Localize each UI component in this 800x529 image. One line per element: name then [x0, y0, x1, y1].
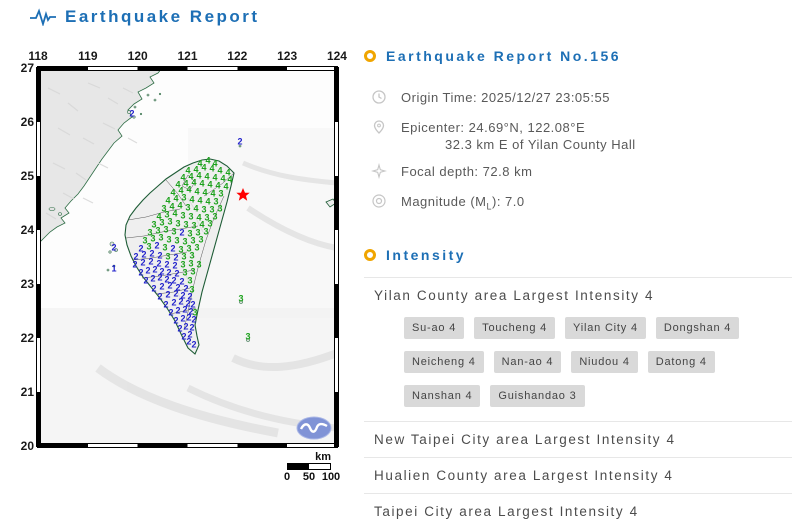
intensity-area-list: Yilan County area Largest Intensity 4 Su-… [364, 277, 792, 529]
lon-label: 118 [28, 49, 47, 63]
lat-label: 26 [14, 115, 34, 129]
origin-time-row: Origin Time: 2025/12/27 23:05:55 [371, 89, 792, 109]
epicenter-text: Epicenter: 24.69°N, 122.08°E 32.3 km E o… [401, 119, 636, 153]
intensity-marker: 2 [151, 285, 156, 294]
lon-label: 119 [78, 49, 97, 63]
intensity-area-label: Hualien County area Largest Intensity 4 [374, 468, 674, 483]
station-intensity-button[interactable]: Nan-ao 4 [494, 351, 562, 373]
scalebar-tick: 100 [322, 471, 340, 483]
intensity-marker: 2 [159, 283, 164, 292]
intensity-marker: 3 [194, 244, 199, 253]
magnitude-icon [371, 193, 387, 213]
page-title-text: Earthquake Report [65, 7, 260, 27]
lat-label: 21 [14, 385, 34, 399]
station-intensity-button[interactable]: Guishandao 3 [490, 385, 584, 407]
station-intensity-button[interactable]: Datong 4 [648, 351, 715, 373]
report-heading-row: Earthquake Report No.156 [364, 48, 792, 64]
depth-icon [371, 163, 387, 183]
intensity-area-row[interactable]: Taipei City area Largest Intensity 4 [364, 493, 792, 529]
map-frame-right [334, 67, 339, 447]
scalebar-unit: km [287, 451, 331, 463]
lon-label: 121 [177, 49, 197, 63]
station-intensity-button[interactable]: Neicheng 4 [404, 351, 484, 373]
station-intensity-list: Su-ao 4 Toucheng 4 Yilan City 4 Dongshan 4 N… [404, 317, 792, 407]
intensity-area-row[interactable]: Hualien County area Largest Intensity 4 [364, 457, 792, 493]
intensity-area-row[interactable]: Yilan County area Largest Intensity 4 [364, 277, 792, 313]
report-panel: Earthquake Report No.156 Origin Time: 20… [364, 48, 792, 529]
intensity-area-row[interactable]: New Taipei City area Largest Intensity 4 [364, 421, 792, 457]
page-title: Earthquake Report [30, 7, 260, 27]
lon-label: 124 [327, 49, 347, 63]
magnitude-text: Magnitude (ML): 7.0 [401, 193, 525, 216]
epicenter-line2: 32.3 km E of Yilan County Hall [401, 136, 636, 153]
clock-icon [371, 89, 387, 109]
intensity-marker: 4 [223, 183, 228, 192]
station-intensity-button[interactable]: Su-ao 4 [404, 317, 464, 339]
intensity-marker: 2 [111, 244, 116, 253]
station-intensity-button[interactable]: Niudou 4 [571, 351, 637, 373]
intensity-marker: 4 [186, 186, 191, 195]
map-frame-top [37, 66, 338, 71]
scalebar-tick: 50 [303, 471, 315, 483]
intensity-marker: 3 [238, 295, 243, 304]
seismograph-icon [30, 8, 56, 26]
intensity-marker: 4 [177, 202, 182, 211]
intensity-marker: 2 [154, 242, 159, 251]
intensity-heading: Intensity [386, 247, 466, 263]
lat-label: 27 [14, 61, 34, 75]
intensity-marker: 3 [217, 205, 222, 214]
origin-time-text: Origin Time: 2025/12/27 23:05:55 [401, 89, 610, 106]
intensity-marker: 3 [203, 228, 208, 237]
lat-label: 20 [14, 439, 34, 453]
intensity-marker: 3 [212, 213, 217, 222]
lon-label: 122 [227, 49, 247, 63]
scalebar-tick: 0 [284, 471, 290, 483]
intensity-marker: 2 [143, 277, 148, 286]
intensity-marker: 2 [165, 291, 170, 300]
intensity-marker: 3 [163, 226, 168, 235]
intensity-marker: 2 [237, 138, 242, 147]
epicenter-line1: Epicenter: 24.69°N, 122.08°E [401, 120, 585, 135]
scalebar [287, 463, 331, 470]
map-frame-bottom [37, 443, 338, 448]
intensity-marker: 3 [196, 261, 201, 270]
intensity-marker: 3 [245, 333, 250, 342]
focal-depth-row: Focal depth: 72.8 km [371, 163, 792, 183]
intensity-area-label: New Taipei City area Largest Intensity 4 [374, 432, 676, 447]
station-intensity-button[interactable]: Nanshan 4 [404, 385, 480, 407]
map-markers: 4444444444444444444444444444434434443344… [38, 68, 337, 446]
report-details: Origin Time: 2025/12/27 23:05:55 Epicent… [371, 89, 792, 216]
station-intensity-button[interactable]: Toucheng 4 [474, 317, 555, 339]
orange-bullet-icon [364, 50, 376, 62]
intensity-area-label: Taipei City area Largest Intensity 4 [374, 504, 639, 519]
intensity-marker: 4 [172, 210, 177, 219]
lon-label: 123 [277, 49, 297, 63]
cwb-logo [296, 416, 332, 440]
orange-bullet-icon [364, 249, 376, 261]
focal-depth-text: Focal depth: 72.8 km [401, 163, 532, 180]
lat-label: 24 [14, 223, 34, 237]
intensity-marker: 2 [157, 293, 162, 302]
intensity-marker: 2 [129, 110, 134, 119]
intensity-marker: 2 [132, 261, 137, 270]
magnitude-row: Magnitude (ML): 7.0 [371, 193, 792, 216]
intensity-section: Intensity Yilan County area Largest Inte… [364, 247, 792, 529]
intensity-marker: 1 [111, 265, 116, 274]
intensity-marker: 3 [218, 190, 223, 199]
intensity-heading-row: Intensity [364, 247, 792, 263]
intensity-marker: 2 [150, 275, 155, 284]
pin-icon [371, 119, 387, 139]
station-intensity-button[interactable]: Yilan City 4 [565, 317, 646, 339]
lat-label: 25 [14, 169, 34, 183]
intensity-area-label: Yilan County area Largest Intensity 4 [374, 288, 654, 303]
intensity-marker: 2 [191, 341, 196, 350]
epicenter-row: Epicenter: 24.69°N, 122.08°E 32.3 km E o… [371, 119, 792, 153]
lon-label: 120 [128, 49, 148, 63]
lat-label: 23 [14, 277, 34, 291]
report-heading: Earthquake Report No.156 [386, 48, 621, 64]
station-intensity-button[interactable]: Dongshan 4 [656, 317, 739, 339]
intensity-map[interactable]: 4444444444444444444444444444434434443344… [38, 68, 337, 446]
map-frame-left [36, 67, 41, 447]
lat-label: 22 [14, 331, 34, 345]
